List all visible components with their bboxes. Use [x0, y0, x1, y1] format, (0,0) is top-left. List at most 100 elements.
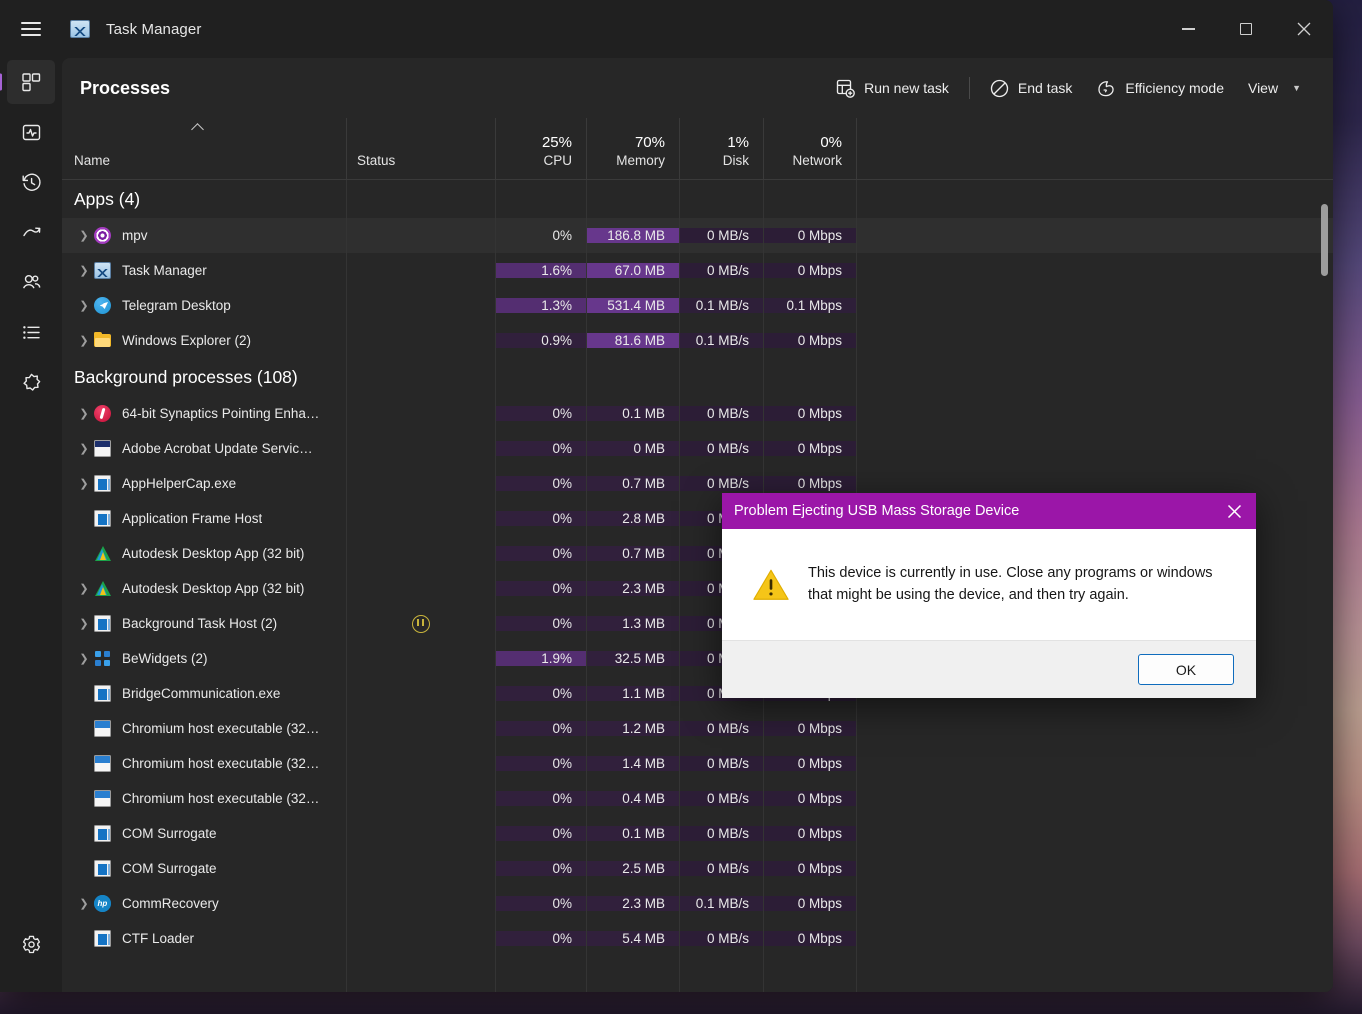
- column-header-disk[interactable]: 1% Disk: [679, 118, 763, 179]
- process-name-cell[interactable]: ❯ Background Task Host (2): [62, 615, 346, 632]
- window-body: Processes Run new task: [0, 58, 1333, 992]
- expand-chevron-icon[interactable]: ❯: [74, 407, 94, 420]
- process-name-cell[interactable]: Chromium host executable (32…: [62, 790, 346, 807]
- table-row[interactable]: ❯ Task Manager 1.6% 67.0 MB 0 MB/s 0 Mbp…: [62, 253, 1333, 288]
- expand-chevron-icon[interactable]: ❯: [74, 264, 94, 277]
- process-name-cell[interactable]: ❯ 64-bit Synaptics Pointing Enha…: [62, 405, 346, 422]
- close-button[interactable]: [1275, 0, 1333, 58]
- sidebar-item-details[interactable]: [7, 310, 55, 354]
- sidebar-item-processes[interactable]: [7, 60, 55, 104]
- sidebar-item-users[interactable]: [7, 260, 55, 304]
- process-name-cell[interactable]: BridgeCommunication.exe: [62, 685, 346, 702]
- process-name-cell[interactable]: Autodesk Desktop App (32 bit): [62, 545, 346, 562]
- process-name-cell[interactable]: Application Frame Host: [62, 510, 346, 527]
- expand-chevron-icon[interactable]: ❯: [74, 897, 94, 910]
- process-name-cell[interactable]: ❯ Adobe Acrobat Update Servic…: [62, 440, 346, 457]
- process-name-cell[interactable]: ❯ Task Manager: [62, 262, 346, 279]
- efficiency-mode-button[interactable]: Efficiency mode: [1084, 72, 1236, 105]
- efficiency-mode-label: Efficiency mode: [1125, 80, 1224, 96]
- process-name-cell[interactable]: Chromium host executable (32…: [62, 720, 346, 737]
- table-row[interactable]: COM Surrogate 0% 2.5 MB 0 MB/s 0 Mbps: [62, 851, 1333, 886]
- process-name-cell[interactable]: ❯ BeWidgets (2): [62, 650, 346, 667]
- process-disk-cell: 0 MB/s: [679, 441, 763, 456]
- sidebar-item-app-history[interactable]: [7, 160, 55, 204]
- column-header-memory-label: Memory: [616, 152, 665, 170]
- process-memory-cell: 32.5 MB: [586, 651, 679, 666]
- table-row[interactable]: ❯ 64-bit Synaptics Pointing Enha… 0% 0.1…: [62, 396, 1333, 431]
- expand-chevron-icon[interactable]: ❯: [74, 652, 94, 665]
- view-menu-button[interactable]: View ▼: [1236, 73, 1313, 103]
- expand-chevron-icon[interactable]: ❯: [74, 334, 94, 347]
- process-disk-cell: 0.1 MB/s: [679, 333, 763, 348]
- chevron-down-icon: ▼: [1292, 83, 1301, 93]
- expand-chevron-icon[interactable]: ❯: [74, 617, 94, 630]
- process-network-cell: 0 Mbps: [763, 896, 856, 911]
- minimize-icon: [1182, 28, 1195, 29]
- process-cpu-cell: 0%: [495, 581, 586, 596]
- table-row[interactable]: Chromium host executable (32… 0% 1.4 MB …: [62, 746, 1333, 781]
- process-memory-cell: 81.6 MB: [586, 333, 679, 348]
- maximize-button[interactable]: [1217, 0, 1275, 58]
- process-name-cell[interactable]: ❯ Autodesk Desktop App (32 bit): [62, 580, 346, 597]
- process-name-cell[interactable]: COM Surrogate: [62, 825, 346, 842]
- expand-chevron-icon[interactable]: ❯: [74, 582, 94, 595]
- process-memory-cell: 186.8 MB: [586, 228, 679, 243]
- process-disk-cell: 0 MB/s: [679, 756, 763, 771]
- process-name-cell[interactable]: ❯ Windows Explorer (2): [62, 332, 346, 349]
- table-row[interactable]: COM Surrogate 0% 0.1 MB 0 MB/s 0 Mbps: [62, 816, 1333, 851]
- vertical-scrollbar-thumb[interactable]: [1321, 204, 1328, 276]
- dialog-title-bar: Problem Ejecting USB Mass Storage Device: [722, 493, 1256, 529]
- column-header-memory[interactable]: 70% Memory: [586, 118, 679, 179]
- table-row[interactable]: ❯ Adobe Acrobat Update Servic… 0% 0 MB 0…: [62, 431, 1333, 466]
- acrobat-icon: [94, 440, 111, 457]
- process-memory-cell: 531.4 MB: [586, 298, 679, 313]
- sidebar-item-startup-apps[interactable]: [7, 210, 55, 254]
- task-manager-window: Task Manager: [0, 0, 1333, 992]
- column-header-cpu[interactable]: 25% CPU: [495, 118, 586, 179]
- expand-chevron-icon[interactable]: ❯: [74, 299, 94, 312]
- process-name-cell[interactable]: COM Surrogate: [62, 860, 346, 877]
- process-network-cell: 0 Mbps: [763, 406, 856, 421]
- sidebar-item-performance[interactable]: [7, 110, 55, 154]
- generic-app-icon: [94, 475, 111, 492]
- synaptics-icon: [94, 405, 111, 422]
- cpu-total-value: 25%: [542, 134, 572, 153]
- end-task-button[interactable]: End task: [978, 72, 1084, 105]
- autodesk-icon: [94, 580, 111, 597]
- process-name-cell[interactable]: Chromium host executable (32…: [62, 755, 346, 772]
- expand-chevron-icon[interactable]: ❯: [74, 442, 94, 455]
- hamburger-menu-icon[interactable]: [0, 0, 62, 58]
- process-name-label: Autodesk Desktop App (32 bit): [122, 581, 304, 596]
- expand-chevron-icon[interactable]: ❯: [74, 477, 94, 490]
- sidebar-item-services[interactable]: [7, 360, 55, 404]
- ok-button[interactable]: OK: [1138, 654, 1234, 685]
- process-name-label: Application Frame Host: [122, 511, 262, 526]
- process-name-label: Background Task Host (2): [122, 616, 277, 631]
- process-name-cell[interactable]: ❯ hp CommRecovery: [62, 895, 346, 912]
- table-row[interactable]: Chromium host executable (32… 0% 1.2 MB …: [62, 711, 1333, 746]
- table-row[interactable]: ❯ Telegram Desktop 1.3% 531.4 MB 0.1 MB/…: [62, 288, 1333, 323]
- eject-error-dialog: Problem Ejecting USB Mass Storage Device…: [722, 493, 1256, 698]
- sidebar-item-settings[interactable]: [7, 922, 55, 966]
- process-name-cell[interactable]: ❯ AppHelperCap.exe: [62, 475, 346, 492]
- dialog-close-button[interactable]: [1212, 493, 1256, 529]
- table-row[interactable]: CTF Loader 0% 5.4 MB 0 MB/s 0 Mbps: [62, 921, 1333, 956]
- process-network-cell: 0 Mbps: [763, 263, 856, 278]
- column-header-name-label: Name: [74, 152, 346, 170]
- table-row[interactable]: Chromium host executable (32… 0% 0.4 MB …: [62, 781, 1333, 816]
- column-header-network[interactable]: 0% Network: [763, 118, 856, 179]
- expand-chevron-icon[interactable]: ❯: [74, 229, 94, 242]
- table-row[interactable]: ❯ Windows Explorer (2) 0.9% 81.6 MB 0.1 …: [62, 323, 1333, 358]
- close-icon: [1227, 504, 1242, 519]
- process-name-label: mpv: [122, 228, 148, 243]
- table-row[interactable]: ❯ hp CommRecovery 0% 2.3 MB 0.1 MB/s 0 M…: [62, 886, 1333, 921]
- column-header-status[interactable]: Status: [346, 118, 495, 179]
- minimize-button[interactable]: [1159, 0, 1217, 58]
- table-row[interactable]: ❯ mpv 0% 186.8 MB 0 MB/s 0 Mbps: [62, 218, 1333, 253]
- process-name-cell[interactable]: ❯ mpv: [62, 227, 346, 244]
- process-name-cell[interactable]: CTF Loader: [62, 930, 346, 947]
- process-name-cell[interactable]: ❯ Telegram Desktop: [62, 297, 346, 314]
- column-header-name[interactable]: Name: [62, 118, 346, 179]
- process-network-cell: 0 Mbps: [763, 756, 856, 771]
- run-new-task-button[interactable]: Run new task: [824, 72, 961, 105]
